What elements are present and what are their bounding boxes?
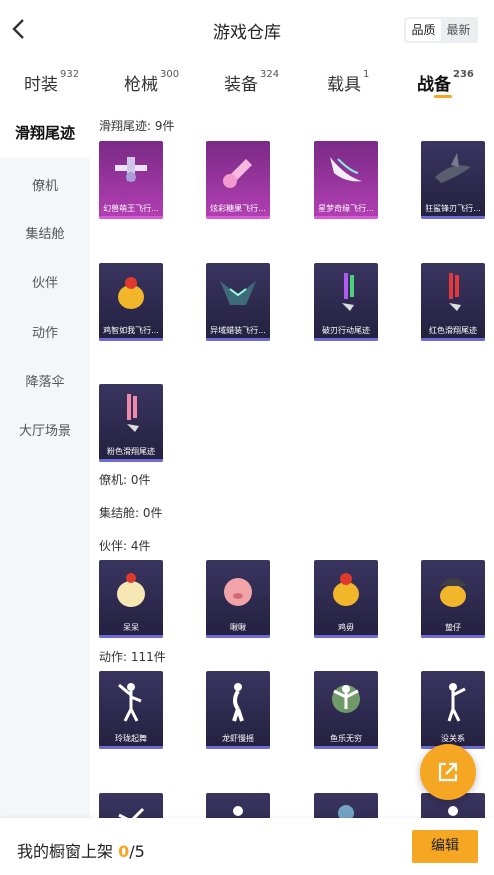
item-card[interactable]: 炫彩糖果飞行... bbox=[206, 141, 270, 219]
active-tab-indicator bbox=[434, 95, 452, 98]
section-pod-label: 集结舱: 0件 bbox=[99, 506, 163, 520]
sort-toggle: 品质 最新 bbox=[404, 17, 478, 43]
tab-guns[interactable]: 枪械300 bbox=[124, 69, 179, 95]
item-card[interactable]: 呆呆 bbox=[99, 560, 163, 638]
edit-button[interactable]: 编辑 bbox=[412, 830, 478, 863]
item-card[interactable]: 鸡智如我飞行... bbox=[99, 263, 163, 341]
item-card[interactable]: 星梦奇缘飞行... bbox=[314, 141, 378, 219]
sidebar-item-emote[interactable]: 动作 bbox=[0, 322, 90, 341]
section-partner-label: 伙伴: 4件 bbox=[99, 539, 151, 553]
dancer-emote-icon bbox=[448, 806, 458, 816]
burst-emote-icon bbox=[332, 685, 360, 713]
section-emote-label: 动作: 111件 bbox=[99, 650, 166, 664]
item-card[interactable]: 啾啾 bbox=[206, 560, 270, 638]
sidebar-item-lobby[interactable]: 大厅场景 bbox=[0, 420, 90, 439]
section-glide-label: 滑翔尾迹: 9件 bbox=[99, 119, 175, 133]
sort-newest-option[interactable]: 最新 bbox=[441, 19, 476, 41]
sidebar-item-partner[interactable]: 伙伴 bbox=[0, 272, 90, 291]
item-card[interactable]: 龙虾慢摇 bbox=[206, 671, 270, 749]
tab-fashion[interactable]: 时装932 bbox=[24, 69, 79, 95]
item-card[interactable]: 异域蜡装飞行... bbox=[206, 263, 270, 341]
sort-quality-option[interactable]: 品质 bbox=[406, 19, 441, 41]
trail-art-icon bbox=[449, 273, 461, 311]
wing-art-icon bbox=[330, 157, 362, 182]
sidebar-item-parachute[interactable]: 降落伞 bbox=[0, 371, 90, 390]
chick-partner-icon bbox=[333, 573, 359, 606]
dancer-emote-icon bbox=[233, 806, 243, 816]
tab-equipment[interactable]: 战备236 bbox=[417, 69, 474, 95]
category-tabs: 时装932 枪械300 装备324 载具1 战备236 bbox=[0, 58, 494, 108]
sidebar-item-wingman[interactable]: 僚机 bbox=[0, 175, 90, 194]
mech-art-icon bbox=[220, 281, 256, 305]
item-card[interactable]: 鱼乐无穷 bbox=[314, 671, 378, 749]
candy-art-icon bbox=[223, 159, 252, 188]
share-button[interactable] bbox=[420, 744, 476, 800]
plane-art-icon bbox=[115, 157, 147, 182]
sidebar-item-glide-trail[interactable]: 滑翔尾迹 bbox=[0, 108, 90, 158]
tab-vehicles[interactable]: 载具1 bbox=[327, 69, 369, 95]
header-bar: 游戏仓库 品质 最新 bbox=[0, 0, 494, 58]
trail-art-icon bbox=[127, 394, 139, 432]
item-card[interactable] bbox=[99, 793, 163, 818]
item-card[interactable]: 红色滑翔尾迹 bbox=[421, 263, 485, 341]
trail-art-icon bbox=[342, 273, 354, 311]
sidebar-item-pod[interactable]: 集结舱 bbox=[0, 223, 90, 242]
item-card[interactable]: 鸡毋 bbox=[314, 560, 378, 638]
shark-art-icon bbox=[435, 153, 471, 183]
chick-art-icon bbox=[118, 277, 144, 309]
item-card[interactable]: 蛰仔 bbox=[421, 560, 485, 638]
item-card[interactable] bbox=[314, 793, 378, 818]
share-arrow-icon bbox=[438, 762, 458, 782]
item-card[interactable]: 粉色滑翔尾迹 bbox=[99, 384, 163, 462]
item-card[interactable]: 狂鲨锋刃飞行... bbox=[421, 141, 485, 219]
item-card[interactable] bbox=[206, 793, 270, 818]
tab-gear[interactable]: 装备324 bbox=[224, 69, 279, 95]
chicken-partner-icon bbox=[117, 573, 145, 607]
shelf-status: 我的橱窗上架 0/5 bbox=[17, 842, 145, 861]
item-card[interactable]: 没关系 bbox=[421, 671, 485, 749]
section-wingman-label: 僚机: 0件 bbox=[99, 473, 151, 487]
item-card[interactable]: 幻兽萌王飞行... bbox=[99, 141, 163, 219]
dancer-emote-icon bbox=[232, 683, 244, 722]
burst-emote-icon bbox=[338, 805, 354, 818]
dancer-emote-icon bbox=[447, 683, 466, 722]
bottom-bar: 我的橱窗上架 0/5 编辑 bbox=[0, 818, 494, 875]
item-card[interactable]: 破刃行动尾迹 bbox=[314, 263, 378, 341]
dancer-emote-icon bbox=[118, 807, 145, 818]
pig-partner-icon bbox=[224, 578, 252, 606]
soldier-partner-icon bbox=[439, 578, 467, 607]
sidebar: 滑翔尾迹 僚机 集结舱 伙伴 动作 降落伞 大厅场景 bbox=[0, 108, 90, 818]
item-card[interactable]: 玲珑起舞 bbox=[99, 671, 163, 749]
dancer-emote-icon bbox=[118, 683, 142, 722]
item-grid: 滑翔尾迹: 9件 幻兽萌王飞行... 炫彩糖果飞行... 星梦奇缘飞行... 狂… bbox=[90, 108, 494, 818]
